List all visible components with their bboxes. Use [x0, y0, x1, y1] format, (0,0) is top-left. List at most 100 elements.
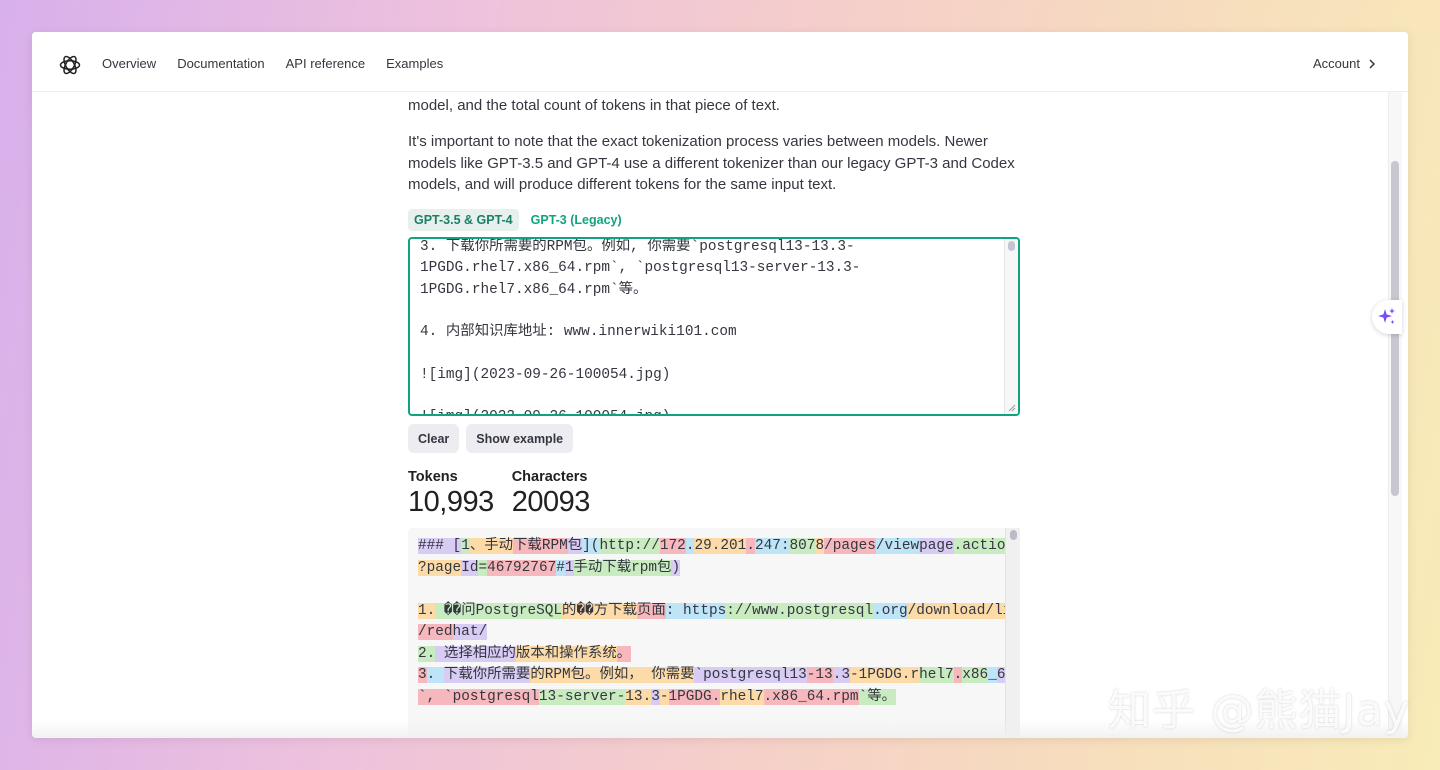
token: 。 — [585, 667, 600, 683]
token: PGDG — [677, 688, 712, 705]
token: 201 — [720, 538, 747, 554]
token — [435, 645, 444, 662]
token: 和 — [544, 645, 560, 662]
token: 13 — [538, 688, 557, 705]
top-navigation: Overview Documentation API reference Exampl… — [32, 32, 1408, 92]
token: 手动 — [573, 559, 603, 576]
token: ### [ — [418, 538, 462, 554]
page-scrollbar[interactable] — [1388, 91, 1402, 731]
token — [435, 602, 444, 619]
token: 所需要 — [487, 667, 531, 683]
token: x86 — [772, 688, 799, 705]
clear-button[interactable]: Clear — [408, 424, 460, 453]
token: gresql — [821, 602, 874, 619]
token: 包 — [657, 559, 672, 576]
token: . — [763, 688, 773, 705]
token: RPM — [544, 667, 571, 683]
token: ` — [858, 688, 868, 705]
token: Id — [461, 559, 479, 576]
token-scroll-thumb[interactable] — [1010, 530, 1017, 540]
token: 你 — [472, 667, 488, 683]
token: 2 — [418, 645, 427, 662]
token: 方 — [593, 602, 609, 619]
tokenizer-note: It's important to note that the exact to… — [408, 133, 1015, 193]
token: 。 — [616, 645, 632, 662]
token: RPM — [541, 538, 568, 554]
token-line — [418, 579, 1010, 601]
token-visualization: ### [1、手动下载RPM包](http://172.29.201.247:8… — [408, 528, 1020, 738]
watermark-text: 知乎 @熊猫Jay — [1108, 686, 1411, 736]
token-line: 1. ��问PostgreSQL的��方下载页面: https://www.po… — [418, 601, 1020, 623]
show-example-button[interactable]: Show example — [466, 424, 574, 453]
openai-logo-icon[interactable] — [58, 53, 82, 77]
token: 版本 — [515, 645, 545, 662]
nav-examples[interactable]: Examples — [386, 56, 443, 71]
token-scrollbar[interactable] — [1005, 528, 1020, 738]
characters-value: 20093 — [511, 486, 591, 518]
input-scrollbar[interactable] — [1004, 239, 1018, 414]
token: /pages — [824, 538, 876, 554]
sparkle-icon — [1378, 308, 1395, 324]
token: 172 — [659, 538, 686, 554]
token: 3 — [418, 667, 427, 683]
token: .org — [873, 602, 908, 619]
token: _ — [798, 688, 807, 705]
characters-stat: Characters 20093 — [511, 469, 591, 519]
token: www — [752, 602, 779, 619]
resize-handle-icon[interactable] — [1008, 404, 1016, 412]
tokens-stat: Tokens 10,993 — [408, 469, 494, 519]
token: .post — [778, 602, 822, 619]
tokens-value: 10,993 — [408, 486, 494, 518]
token: # — [556, 559, 565, 576]
token: hel — [728, 688, 755, 705]
token: 3 — [841, 667, 850, 683]
token: r — [910, 667, 920, 683]
token: 手动 — [484, 538, 514, 554]
token-line: ### [1、手动下载RPM包](http://172.29.201.247:8… — [418, 536, 1015, 558]
nav-documentation[interactable]: Documentation — [177, 56, 264, 71]
token: - — [849, 667, 859, 683]
ai-assistant-button[interactable] — [1372, 300, 1402, 334]
token: 1 — [858, 667, 868, 683]
model-tabs: GPT-3.5 & GPT-4 GPT-3 (Legacy) — [408, 209, 628, 231]
token: - — [659, 688, 669, 705]
token-line: ?pageId=46792767#1手动下载rpm包) — [418, 558, 1010, 580]
tab-gpt3-legacy[interactable]: GPT-3 (Legacy) — [525, 209, 628, 231]
token: hel — [919, 667, 945, 683]
token: SQL — [536, 602, 563, 619]
token: . — [426, 667, 436, 683]
token: https — [674, 602, 727, 619]
token: postgresql — [452, 688, 539, 705]
token-lines: ### [1、手动下载RPM包](http://172.29.201.247:8… — [408, 528, 1020, 716]
nav-api-reference[interactable]: API reference — [286, 56, 366, 71]
token: 的 — [501, 645, 516, 662]
chevron-right-icon — [1369, 58, 1376, 69]
nav-links: Overview Documentation API reference Exampl… — [102, 56, 464, 71]
account-label: Account — [1313, 56, 1360, 71]
tab-gpt35-gpt4[interactable]: GPT-3.5 & GPT-4 — [408, 209, 519, 231]
token: . — [746, 538, 755, 554]
account-menu[interactable]: Account — [1313, 56, 1376, 71]
token: 下载 — [602, 559, 632, 576]
token: 系统 — [587, 645, 617, 662]
tokenizer-input-text[interactable]: 3. 下载你所需要的RPM包。例如, 你需要`postgresql13-13.3… — [410, 239, 1018, 414]
token: 问 — [461, 602, 476, 619]
input-scroll-thumb[interactable] — [1008, 241, 1015, 251]
token: 29 — [694, 538, 712, 554]
token-line: /redhat/ — [418, 622, 1010, 644]
token: 等 — [867, 688, 882, 705]
token: ， — [628, 667, 643, 683]
token: : — [780, 538, 790, 554]
tokenizer-input[interactable]: 3. 下载你所需要的RPM包。例如, 你需要`postgresql13-13.3… — [408, 237, 1020, 416]
token: 807 — [789, 538, 816, 554]
input-actions: Clear Show example — [408, 424, 574, 453]
token: 8 — [815, 538, 825, 554]
token: 247 — [754, 538, 781, 554]
token: page — [919, 538, 954, 554]
token: . — [953, 667, 963, 683]
token: hat — [452, 624, 479, 640]
token: 页面 — [636, 602, 666, 619]
token: ?page — [418, 559, 462, 576]
nav-overview[interactable]: Overview — [102, 56, 156, 71]
token: 13 — [815, 667, 833, 683]
